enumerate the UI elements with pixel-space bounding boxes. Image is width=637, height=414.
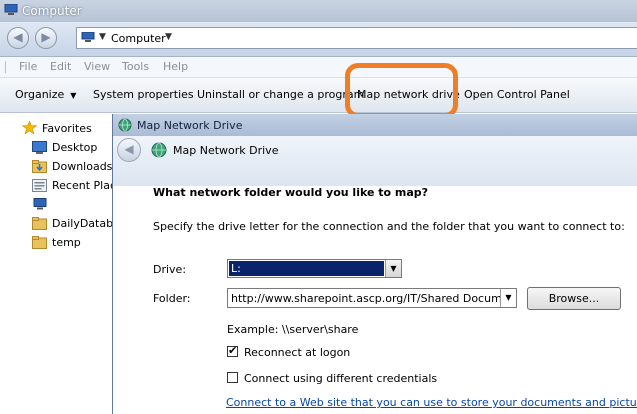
- navigation-bar: ◀ ▶ ▼ Computer ▼: [0, 22, 637, 57]
- recent-places-icon: [32, 179, 47, 192]
- desktop-icon: [32, 141, 47, 154]
- dialog-header-title: Map Network Drive: [173, 144, 279, 157]
- organize-button[interactable]: Organize ▼: [15, 88, 76, 101]
- dialog-question: What network folder would you like to ma…: [153, 186, 429, 199]
- menu-tools[interactable]: Tools: [122, 60, 149, 73]
- window-titlebar: Computer: [0, 0, 637, 22]
- drive-select-value: L:: [229, 261, 384, 276]
- computer-icon: [33, 198, 47, 210]
- dialog-title: Map Network Drive: [137, 119, 243, 132]
- folder-label: Folder:: [153, 292, 191, 305]
- downloads-folder-icon: [32, 160, 47, 173]
- menu-bar: File Edit View Tools Help: [0, 57, 637, 78]
- folder-example: Example: \\server\share: [227, 323, 359, 336]
- nav-downloads-label: Downloads: [52, 160, 112, 173]
- command-bar: Organize ▼ System properties Uninstall or…: [0, 78, 637, 113]
- nav-favorites-label: Favorites: [42, 122, 92, 135]
- menu-file[interactable]: File: [19, 60, 37, 73]
- folder-icon: [32, 236, 47, 249]
- folder-icon: [32, 217, 47, 230]
- nav-dailydatabase-label: DailyDatabase: [52, 217, 112, 230]
- star-icon: [22, 121, 37, 134]
- uninstall-program-button[interactable]: Uninstall or change a program: [197, 88, 364, 101]
- drive-label: Drive:: [153, 263, 187, 276]
- different-credentials-checkbox[interactable]: [227, 372, 238, 383]
- nav-favorites[interactable]: Favorites: [0, 120, 112, 138]
- network-drive-icon: [118, 118, 132, 132]
- dialog-titlebar: Map Network Drive: [113, 114, 637, 136]
- navigation-pane: Favorites Desktop Downloads Recent Place…: [0, 113, 112, 414]
- dialog-back-button[interactable]: ◀: [117, 138, 141, 162]
- nav-computer[interactable]: [0, 196, 112, 214]
- back-arrow-icon: ◀: [13, 30, 23, 44]
- menu-edit[interactable]: Edit: [50, 60, 71, 73]
- chevron-down-icon[interactable]: ▼: [385, 260, 401, 277]
- menu-view[interactable]: View: [84, 60, 110, 73]
- breadcrumb-arrow-icon[interactable]: ▼: [99, 32, 106, 42]
- computer-icon: [4, 4, 18, 15]
- nav-recent-places-label: Recent Places: [52, 179, 112, 192]
- back-button[interactable]: ◀: [7, 27, 29, 49]
- menu-help[interactable]: Help: [163, 60, 188, 73]
- nav-desktop[interactable]: Desktop: [0, 139, 112, 157]
- folder-combobox[interactable]: http://www.sharepoint.ascp.org/IT/Shared…: [227, 288, 517, 308]
- nav-downloads[interactable]: Downloads: [0, 158, 112, 176]
- reconnect-label[interactable]: Reconnect at logon: [244, 346, 350, 359]
- nav-temp-label: temp: [52, 236, 81, 249]
- different-credentials-label[interactable]: Connect using different credentials: [244, 372, 437, 385]
- checkmark-icon: ✔: [228, 344, 238, 357]
- nav-temp[interactable]: temp: [0, 234, 112, 252]
- nav-dailydatabase[interactable]: DailyDatabase: [0, 215, 112, 233]
- web-storage-link[interactable]: Connect to a Web site that you can use t…: [226, 396, 637, 409]
- open-control-panel-button[interactable]: Open Control Panel: [464, 88, 570, 101]
- organize-label: Organize: [15, 88, 65, 101]
- folder-input[interactable]: http://www.sharepoint.ascp.org/IT/Shared…: [231, 292, 516, 305]
- nav-recent-places[interactable]: Recent Places: [0, 177, 112, 195]
- breadcrumb-computer[interactable]: Computer: [111, 32, 166, 45]
- dropdown-arrow-icon: ▼: [70, 91, 77, 100]
- highlight-annotation: [345, 63, 458, 118]
- forward-button[interactable]: ▶: [35, 27, 57, 49]
- nav-desktop-label: Desktop: [52, 141, 98, 154]
- network-drive-icon: [151, 142, 167, 158]
- window-title: Computer: [22, 4, 82, 18]
- back-arrow-icon: ◀: [124, 142, 134, 156]
- map-network-drive-dialog: Map Network Drive ◀ Map Network Drive Wh…: [112, 114, 637, 414]
- address-bar[interactable]: ▼ Computer ▼: [76, 27, 637, 49]
- browse-button[interactable]: Browse...: [527, 287, 621, 310]
- dialog-instructions: Specify the drive letter for the connect…: [153, 220, 625, 233]
- computer-icon: [81, 32, 95, 42]
- menu-separator: [5, 61, 6, 73]
- breadcrumb-dropdown-icon[interactable]: ▼: [165, 32, 172, 42]
- system-properties-button[interactable]: System properties: [93, 88, 194, 101]
- chevron-down-icon[interactable]: ▼: [500, 289, 516, 307]
- forward-arrow-icon: ▶: [41, 30, 51, 44]
- reconnect-checkbox[interactable]: ✔: [227, 344, 238, 357]
- drive-select[interactable]: L: ▼: [227, 259, 402, 278]
- dialog-header: ◀ Map Network Drive: [113, 136, 637, 186]
